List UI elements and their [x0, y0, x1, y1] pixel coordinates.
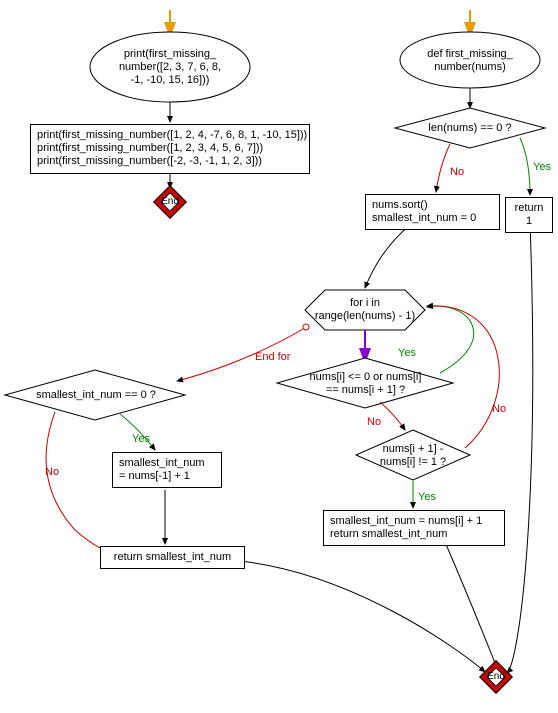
label-no: No: [450, 166, 464, 178]
print-call-main: print(first_missing_ number([2, 3, 7, 6,…: [100, 48, 240, 88]
function-def: def first_missing_ number(nums): [410, 48, 530, 74]
label-yes: Yes: [132, 433, 150, 445]
label-no: No: [367, 416, 381, 428]
label-yes: Yes: [418, 491, 436, 503]
print-calls: print(first_missing_number([1, 2, 4, -7,…: [30, 124, 310, 174]
assign-last: smallest_int_num = nums[-1] + 1: [112, 452, 222, 488]
cond-gap: nums[i + 1] - nums[i] != 1 ?: [370, 443, 456, 469]
cond-empty: len(nums) == 0 ?: [410, 122, 530, 135]
end-node-left: End: [153, 185, 187, 219]
cond-zero: smallest_int_num == 0 ?: [22, 389, 170, 402]
end-node-right: End: [479, 660, 513, 694]
cond-skip: nums[i] <= 0 or nums[i] == nums[i + 1] ?: [298, 371, 433, 397]
gap-body: smallest_int_num = nums[i] + 1 return sm…: [323, 510, 505, 546]
return-smallest: return smallest_int_num: [100, 546, 245, 569]
label-no: No: [492, 403, 506, 415]
for-loop: for i in range(len(nums) - 1): [310, 297, 420, 323]
label-yes: Yes: [533, 161, 551, 173]
init-block: nums.sort() smallest_int_num = 0: [365, 194, 500, 230]
label-no: No: [45, 466, 59, 478]
end-for-label: End for: [255, 351, 291, 363]
return-1: return 1: [505, 197, 553, 233]
label-yes: Yes: [398, 347, 416, 359]
